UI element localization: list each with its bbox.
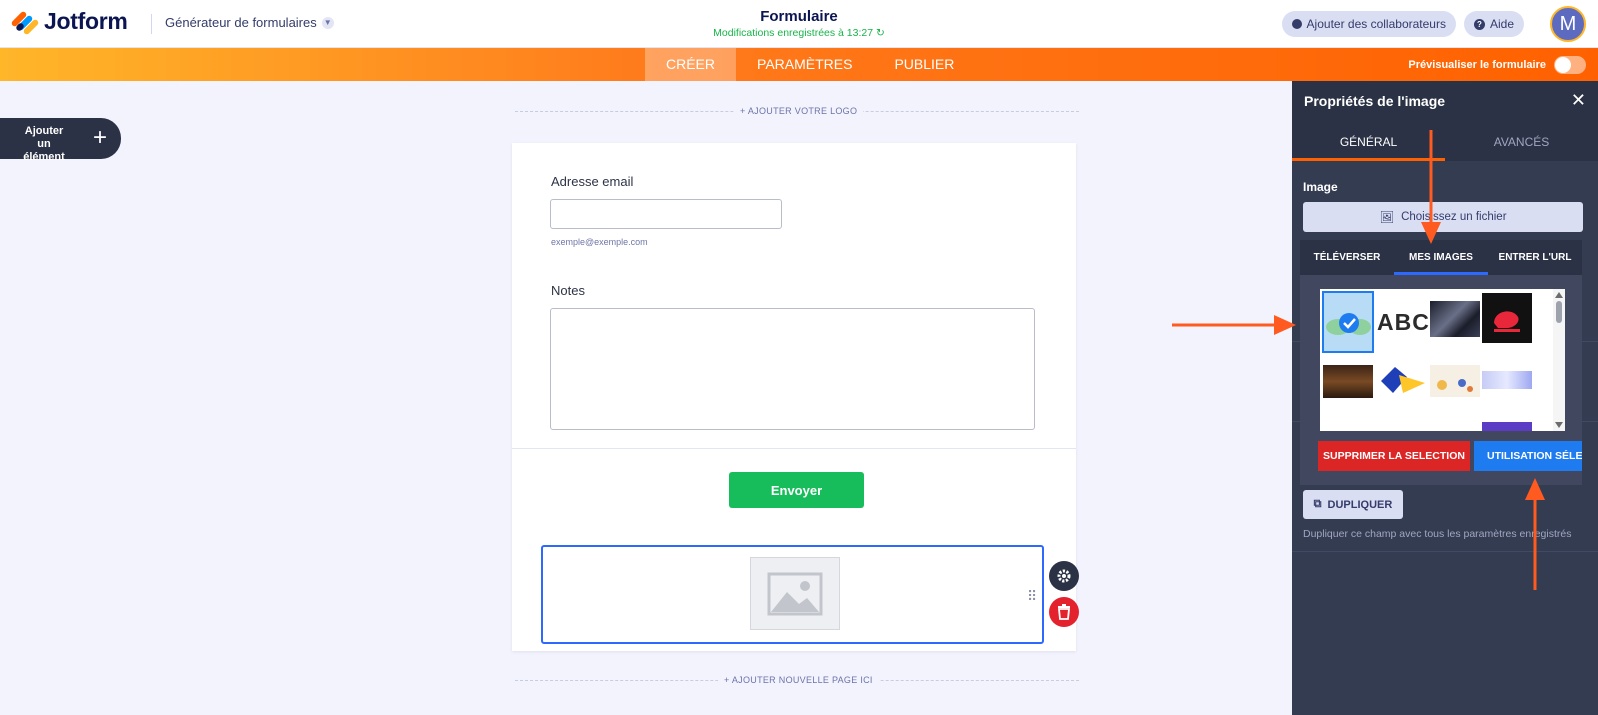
gallery-thumb-red-bird[interactable] xyxy=(1482,293,1532,343)
tab-general[interactable]: GÉNÉRAL xyxy=(1292,123,1445,161)
header-divider xyxy=(151,14,152,34)
image-field-selected[interactable] xyxy=(541,545,1044,644)
form-card: Adresse email exemple@exemple.com Notes … xyxy=(512,143,1076,651)
jotform-logo[interactable]: Jotform xyxy=(10,8,128,35)
image-add-icon: 🖼 xyxy=(1379,212,1395,224)
tab-televerser[interactable]: TÉLÉVERSER xyxy=(1300,240,1394,275)
plus-icon: + xyxy=(93,124,108,151)
preview-form-control: Prévisualiser le formulaire xyxy=(1408,56,1586,74)
duplicate-label: DUPLIQUER xyxy=(1327,498,1393,511)
gallery-thumb-illustration[interactable] xyxy=(1430,365,1480,397)
image-section-label: Image xyxy=(1303,180,1338,194)
card-separator xyxy=(512,448,1076,449)
logo-text: Jotform xyxy=(44,8,128,34)
help-button[interactable]: ? Aide xyxy=(1463,11,1524,37)
notes-label: Notes xyxy=(551,283,585,298)
abc-thumb-text: ABC xyxy=(1377,309,1429,335)
builder-menu-label: Générateur de formulaires xyxy=(165,15,317,30)
notes-textarea[interactable] xyxy=(550,308,1035,430)
submit-button[interactable]: Envoyer xyxy=(729,472,864,508)
use-selection-button[interactable]: UTILISATION SÉLECTION xyxy=(1474,441,1582,471)
gallery-thumb-selected[interactable] xyxy=(1322,291,1374,353)
gallery-thumb-dark-abstract[interactable] xyxy=(1430,301,1480,337)
copy-icon: ⧉ xyxy=(1313,498,1322,510)
choose-file-label: Choisissez un fichier xyxy=(1401,211,1507,223)
duplicate-description: Dupliquer ce champ avec tous les paramèt… xyxy=(1303,528,1572,540)
choose-file-button[interactable]: 🖼 Choisissez un fichier xyxy=(1303,202,1583,232)
panel-tabs: GÉNÉRAL AVANCÉS xyxy=(1292,123,1598,161)
add-element-label: Ajouter un élément xyxy=(23,125,65,163)
nav-tabs: CRÉER PARAMÈTRES PUBLIER xyxy=(645,48,975,81)
scroll-up-icon[interactable] xyxy=(1555,292,1563,298)
preview-label: Prévisualiser le formulaire xyxy=(1408,59,1546,71)
top-right-actions: Ajouter des collaborateurs ? Aide M xyxy=(1281,0,1598,48)
gallery-thumb-purple[interactable] xyxy=(1482,422,1532,431)
tab-parametres[interactable]: PARAMÈTRES xyxy=(736,48,873,81)
tab-publier[interactable]: PUBLIER xyxy=(873,48,975,81)
add-collaborators-button[interactable]: Ajouter des collaborateurs xyxy=(1281,11,1456,37)
tab-mes-images[interactable]: MES IMAGES xyxy=(1394,240,1488,275)
annotation-arrow-right-icon xyxy=(1172,315,1296,335)
jotform-logo-icon xyxy=(10,10,40,35)
gear-icon[interactable] xyxy=(1049,561,1079,591)
scroll-thumb[interactable] xyxy=(1556,301,1562,323)
close-icon[interactable]: ✕ xyxy=(1571,90,1586,111)
chooser-tabs: TÉLÉVERSER MES IMAGES ENTRER L'URL xyxy=(1300,240,1582,275)
tab-avances[interactable]: AVANCÉS xyxy=(1445,123,1598,161)
add-element-button[interactable]: Ajouter un élément + xyxy=(0,118,121,163)
delete-selection-button[interactable]: SUPPRIMER LA SELECTION xyxy=(1318,441,1470,471)
gallery-thumb-webpage[interactable] xyxy=(1482,371,1532,389)
image-chooser-popup: TÉLÉVERSER MES IMAGES ENTRER L'URL ABC S… xyxy=(1300,240,1582,485)
panel-row-divider xyxy=(1292,551,1598,552)
avatar[interactable]: M xyxy=(1550,6,1586,42)
main-nav-bar: CRÉER PARAMÈTRES PUBLIER Prévisualiser l… xyxy=(0,48,1598,81)
question-icon: ? xyxy=(1473,18,1485,30)
duplicate-button[interactable]: ⧉ DUPLIQUER xyxy=(1303,490,1403,519)
panel-title: Propriétés de l'image xyxy=(1304,93,1446,109)
tab-entrer-url[interactable]: ENTRER L'URL xyxy=(1488,240,1582,275)
gallery-thumb-food[interactable] xyxy=(1323,365,1373,398)
email-input[interactable] xyxy=(550,199,782,229)
save-status-text: Modifications enregistrées à 13:27 xyxy=(713,27,874,39)
add-logo-link[interactable]: + AJOUTER VOTRE LOGO xyxy=(734,106,864,116)
builder-menu-dropdown[interactable]: Générateur de formulaires ▼ xyxy=(165,15,334,30)
help-label: Aide xyxy=(1489,17,1514,31)
refresh-icon: ↻ xyxy=(876,27,885,39)
user-icon xyxy=(1291,19,1302,29)
top-bar: Jotform Générateur de formulaires ▼ Form… xyxy=(0,0,1598,48)
scroll-down-icon[interactable] xyxy=(1555,422,1563,428)
tab-creer[interactable]: CRÉER xyxy=(645,48,737,81)
add-page-link[interactable]: + AJOUTER NOUVELLE PAGE ICI xyxy=(718,675,879,685)
image-gallery: ABC xyxy=(1320,289,1565,431)
panel-header: Propriétés de l'image ✕ xyxy=(1292,81,1598,123)
preview-toggle[interactable] xyxy=(1554,56,1586,74)
image-placeholder-icon xyxy=(750,557,840,630)
drag-handle-icon[interactable]: ⠿ xyxy=(1027,588,1037,605)
chevron-down-icon: ▼ xyxy=(321,16,334,29)
gallery-thumb-blue-yellow[interactable] xyxy=(1377,363,1427,413)
email-sublabel: exemple@exemple.com xyxy=(551,237,648,247)
gallery-thumb-abc[interactable]: ABC xyxy=(1377,297,1429,347)
email-label: Adresse email xyxy=(551,174,634,189)
add-collaborators-label: Ajouter des collaborateurs xyxy=(1306,17,1446,31)
trash-icon[interactable] xyxy=(1049,597,1079,627)
gallery-scrollbar[interactable] xyxy=(1553,289,1565,431)
